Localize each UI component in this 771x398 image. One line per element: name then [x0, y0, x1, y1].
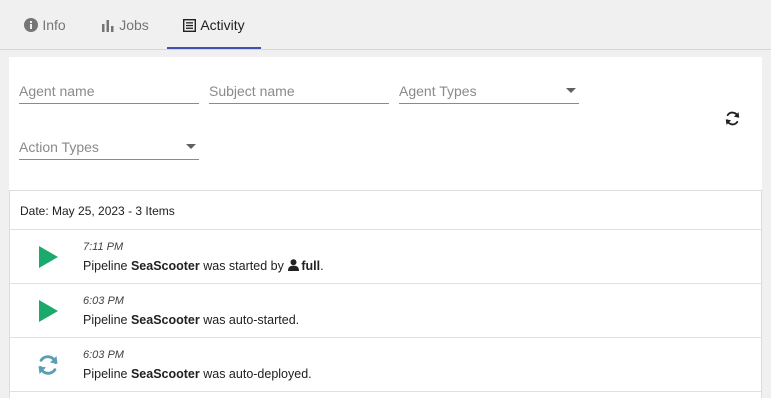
action-types-select[interactable]: Action Types: [19, 136, 199, 160]
activity-time: 6:03 PM: [83, 295, 124, 307]
tab-activity[interactable]: Activity: [167, 0, 261, 50]
activity-prefix: Pipeline: [83, 367, 128, 381]
chevron-down-icon: [186, 144, 196, 149]
activity-action: was auto-started.: [203, 313, 300, 327]
tab-info-label: Info: [42, 17, 66, 33]
activity-user: full: [301, 259, 321, 273]
tab-jobs-label: Jobs: [119, 17, 149, 33]
activity-prefix: Pipeline: [83, 259, 128, 273]
subject-name-field[interactable]: [209, 80, 389, 104]
activity-action: was started by: [203, 259, 284, 273]
activity-message: Pipeline SeaScooter was started by full.: [83, 259, 324, 274]
tab-info[interactable]: Info: [14, 0, 76, 50]
activity-prefix: Pipeline: [83, 313, 128, 327]
activity-subject: SeaScooter: [130, 259, 200, 273]
list-item: 7:11 PM Pipeline SeaScooter was started …: [10, 230, 761, 284]
activity-action: was auto-deployed.: [203, 367, 312, 381]
activity-subject: SeaScooter: [130, 313, 200, 327]
list-item: 6:03 PM Pipeline SeaScooter was auto-sta…: [10, 284, 761, 338]
sync-icon: [36, 353, 60, 377]
filter-panel: Agent Types Action Types: [9, 57, 762, 190]
agent-types-label: Agent Types: [399, 83, 477, 99]
play-icon: [36, 299, 60, 323]
activity-time: 7:11 PM: [83, 241, 124, 253]
subject-name-input[interactable]: [209, 80, 389, 102]
tab-jobs[interactable]: Jobs: [92, 0, 158, 50]
agent-name-input[interactable]: [19, 80, 199, 102]
active-tab-indicator: [167, 47, 261, 49]
refresh-icon: [725, 111, 739, 125]
play-icon: [36, 245, 60, 269]
activity-suffix: .: [320, 259, 324, 273]
list-item: 6:03 PM Pipeline SeaScooter was auto-dep…: [10, 338, 761, 392]
agent-types-select[interactable]: Agent Types: [399, 80, 579, 104]
activity-message: Pipeline SeaScooter was auto-started.: [83, 313, 299, 327]
chevron-down-icon: [566, 88, 576, 93]
bar-chart-icon: [101, 19, 115, 32]
action-types-label: Action Types: [19, 139, 99, 155]
activity-time: 6:03 PM: [83, 349, 124, 361]
activity-list: Date: May 25, 2023 - 3 Items 7:11 PM Pip…: [9, 190, 762, 398]
agent-name-field[interactable]: [19, 80, 199, 104]
activity-message: Pipeline SeaScooter was auto-deployed.: [83, 367, 312, 381]
refresh-button[interactable]: [722, 108, 742, 128]
user-icon: [288, 259, 300, 274]
info-circle-icon: [24, 18, 39, 32]
tab-bar: Info Jobs Activity: [0, 0, 771, 50]
activity-subject: SeaScooter: [130, 367, 200, 381]
date-group-header: Date: May 25, 2023 - 3 Items: [10, 191, 761, 230]
tab-activity-label: Activity: [200, 17, 245, 33]
list-document-icon: [183, 18, 197, 32]
